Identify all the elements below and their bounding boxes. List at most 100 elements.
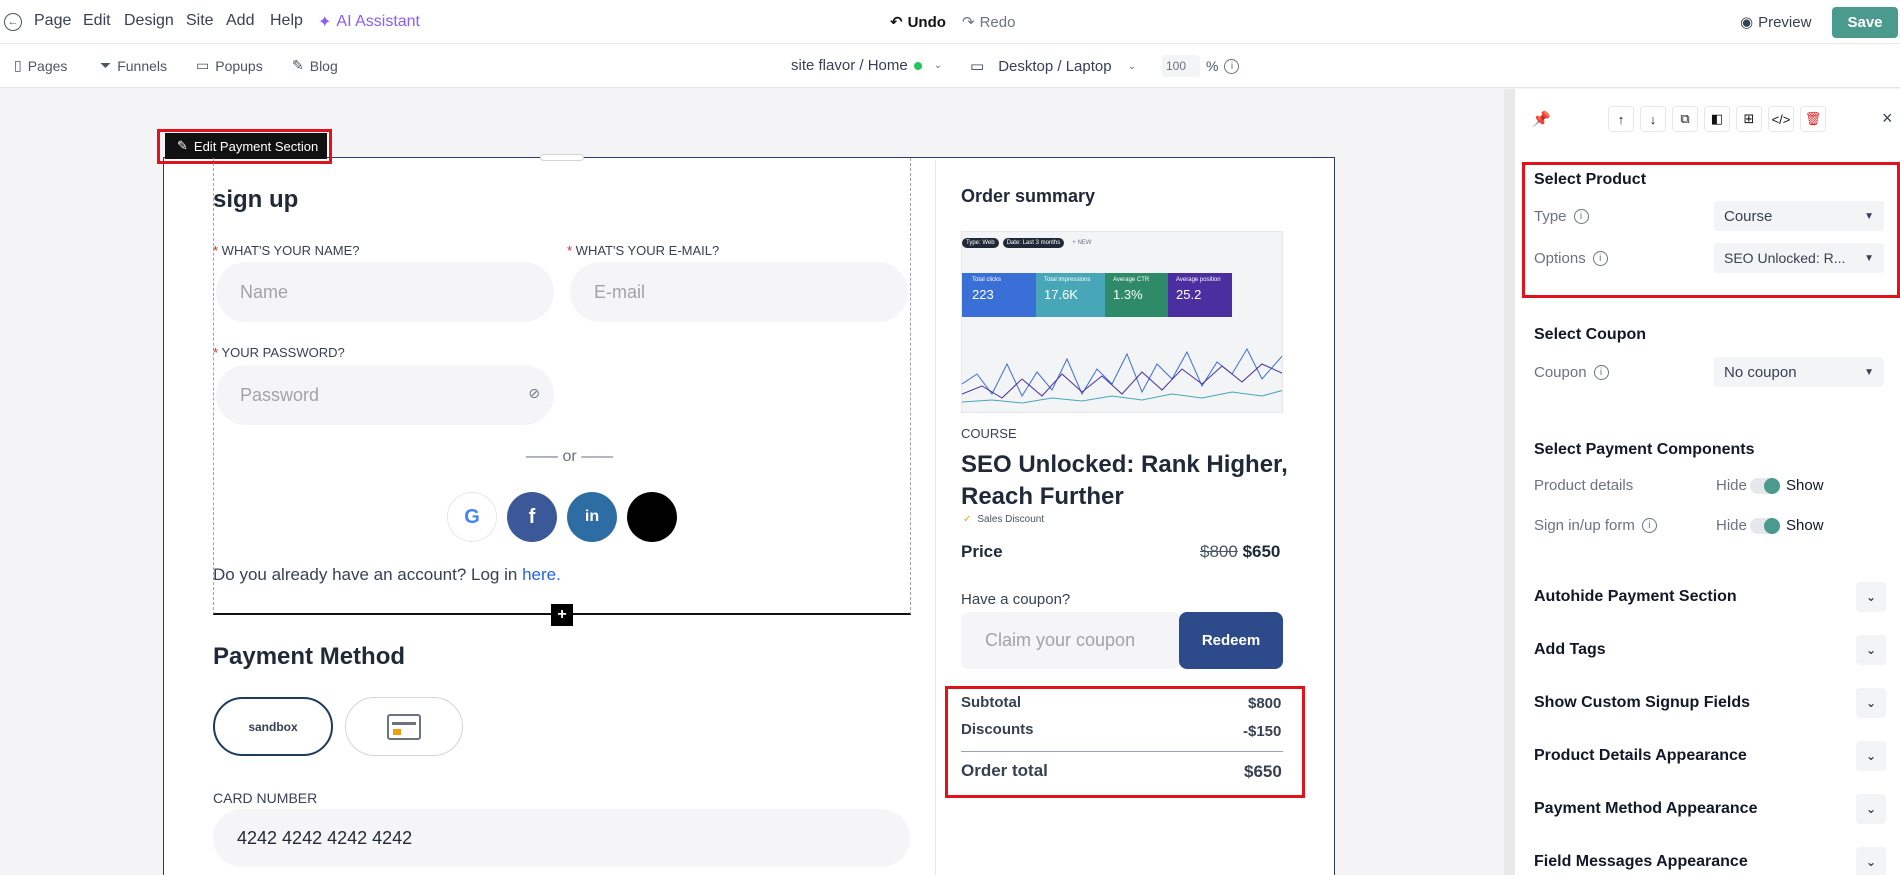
copy-icon[interactable]: ⧉ — [1672, 106, 1698, 132]
login-prompt: Do you already have an account? Log in h… — [213, 565, 561, 584]
check-icon: ✓ — [963, 514, 972, 525]
linkedin-icon: in — [584, 508, 600, 525]
device-selector[interactable]: ▭ Desktop / Laptop ⌄ — [970, 57, 1136, 76]
close-icon[interactable]: × — [1882, 108, 1893, 129]
status-dot — [913, 61, 922, 70]
options-select[interactable]: SEO Unlocked: R... ▼ — [1714, 243, 1884, 273]
menu-edit[interactable]: Edit — [83, 12, 111, 30]
popups-button[interactable]: ▭ Popups — [196, 57, 263, 74]
info-icon[interactable]: i — [1592, 251, 1608, 266]
back-icon[interactable]: ← — [4, 13, 22, 31]
save-button[interactable]: Save — [1832, 7, 1898, 38]
caret-down-icon: ▼ — [1864, 210, 1874, 222]
name-input[interactable]: Name — [216, 262, 554, 322]
product-details-toggle[interactable] — [1750, 478, 1780, 494]
trash-icon[interactable]: 🗑 — [1800, 106, 1826, 132]
thumb-chip: + NEW — [1072, 240, 1092, 246]
pages-button[interactable]: ▯ Pages — [14, 57, 67, 74]
site-path-selector[interactable]: site flavor / Home ⌄ — [791, 57, 942, 74]
add-block-button[interactable]: + — [551, 604, 573, 626]
password-label: * YOUR PASSWORD? — [213, 345, 345, 360]
zoom-control[interactable]: 100 % i — [1162, 55, 1240, 77]
move-up-icon[interactable]: ↑ — [1608, 106, 1634, 132]
login-link[interactable]: here. — [522, 565, 561, 584]
chevron-down-icon[interactable]: ⌄ — [1856, 794, 1886, 824]
price-label: Price — [961, 542, 1003, 561]
redeem-button[interactable]: Redeem — [1179, 612, 1283, 669]
select-payment-components-title: Select Payment Components — [1534, 441, 1755, 458]
move-down-icon[interactable]: ↓ — [1640, 106, 1666, 132]
info-icon[interactable]: i — [1593, 365, 1609, 380]
funnels-button[interactable]: ⏷ Funnels — [100, 57, 167, 74]
card-number-label: CARD NUMBER — [213, 790, 318, 806]
new-price: $650 — [1242, 542, 1281, 561]
preview-button[interactable]: ◉ Preview — [1740, 13, 1811, 32]
menu-design[interactable]: Design — [124, 12, 174, 30]
redo-button[interactable]: ↷ Redo — [962, 13, 1015, 32]
password-input[interactable]: Password ⊘ — [216, 365, 554, 425]
eye-off-icon[interactable]: ⊘ — [528, 385, 540, 402]
caret-down-icon: ▼ — [1864, 252, 1874, 264]
code-icon[interactable]: </> — [1768, 106, 1794, 132]
coupon-select[interactable]: No coupon ▼ — [1714, 357, 1884, 387]
info-icon[interactable]: i — [1641, 518, 1657, 533]
product-details-show[interactable]: Show — [1786, 477, 1824, 494]
chevron-down-icon[interactable]: ⌄ — [1856, 635, 1886, 665]
chevron-down-icon: ⌄ — [933, 60, 943, 71]
subtotal-label: Subtotal — [961, 694, 1021, 711]
card-payment-option[interactable] — [345, 697, 463, 756]
info-icon[interactable]: i — [1224, 58, 1240, 74]
name-label: * WHAT'S YOUR NAME? — [213, 243, 360, 258]
chevron-down-icon: ⌄ — [1127, 60, 1136, 72]
paste-icon[interactable]: ◧ — [1704, 106, 1730, 132]
signin-form-hide[interactable]: Hide — [1716, 517, 1747, 534]
apple-login-button[interactable] — [627, 492, 677, 542]
email-input[interactable]: E-mail — [570, 262, 908, 322]
product-details-hide[interactable]: Hide — [1716, 477, 1747, 494]
undo-button[interactable]: ↶ Undo — [890, 13, 946, 32]
linkedin-login-button[interactable]: in — [567, 492, 617, 542]
facebook-icon: f — [528, 505, 536, 528]
menu-help[interactable]: Help — [270, 12, 303, 30]
coupon-input[interactable]: Claim your coupon — [961, 612, 1181, 669]
menu-add[interactable]: Add — [226, 12, 254, 30]
eye-icon: ◉ — [1740, 14, 1754, 31]
accordion-add-tags[interactable]: Add Tags ⌄ — [1534, 635, 1886, 665]
accordion-autohide[interactable]: Autohide Payment Section ⌄ — [1534, 582, 1886, 612]
blog-button[interactable]: ✎ Blog — [292, 57, 338, 74]
caret-down-icon: ▼ — [1864, 366, 1874, 378]
info-icon[interactable]: i — [1573, 209, 1589, 224]
chevron-down-icon[interactable]: ⌄ — [1856, 582, 1886, 612]
accordion-custom-signup[interactable]: Show Custom Signup Fields ⌄ — [1534, 688, 1886, 718]
chevron-down-icon[interactable]: ⌄ — [1856, 741, 1886, 771]
chevron-down-icon[interactable]: ⌄ — [1856, 688, 1886, 718]
duplicate-icon[interactable]: ⊞ — [1736, 106, 1762, 132]
type-select[interactable]: Course ▼ — [1714, 201, 1884, 231]
facebook-login-button[interactable]: f — [507, 492, 557, 542]
totals-divider — [961, 751, 1283, 752]
menu-site[interactable]: Site — [186, 12, 214, 30]
signin-form-show[interactable]: Show — [1786, 517, 1824, 534]
menu-page[interactable]: Page — [34, 12, 71, 30]
email-label: * WHAT'S YOUR E-MAIL? — [567, 243, 720, 258]
canvas-scrollbar[interactable] — [1504, 89, 1514, 875]
credit-card-icon — [387, 713, 421, 740]
edit-payment-section-button[interactable]: ✎ Edit Payment Section — [165, 133, 327, 159]
chevron-down-icon[interactable]: ⌄ — [1856, 847, 1886, 875]
card-number-input[interactable]: 4242 4242 4242 4242 — [213, 809, 910, 867]
blog-icon: ✎ — [292, 57, 304, 73]
options-label: Options i — [1534, 250, 1608, 267]
zoom-input[interactable]: 100 — [1162, 55, 1200, 77]
accordion-product-details[interactable]: Product Details Appearance ⌄ — [1534, 741, 1886, 771]
thumb-tile: Average CTR 1.3% — [1105, 273, 1168, 317]
sub-toolbar — [0, 44, 1900, 88]
pin-icon[interactable]: 📌 — [1532, 110, 1551, 128]
thumb-tile: Total clicks 223 — [962, 273, 1036, 317]
sandbox-payment-option[interactable]: sandbox — [213, 697, 333, 756]
accordion-field-messages[interactable]: Field Messages Appearance ⌄ — [1534, 847, 1886, 875]
google-login-button[interactable]: G — [447, 492, 497, 542]
signin-form-toggle[interactable] — [1750, 518, 1780, 534]
accordion-payment-method[interactable]: Payment Method Appearance ⌄ — [1534, 794, 1886, 824]
sparkle-icon: ✦ — [318, 14, 332, 31]
ai-assistant-button[interactable]: ✦ AI Assistant — [318, 12, 420, 32]
